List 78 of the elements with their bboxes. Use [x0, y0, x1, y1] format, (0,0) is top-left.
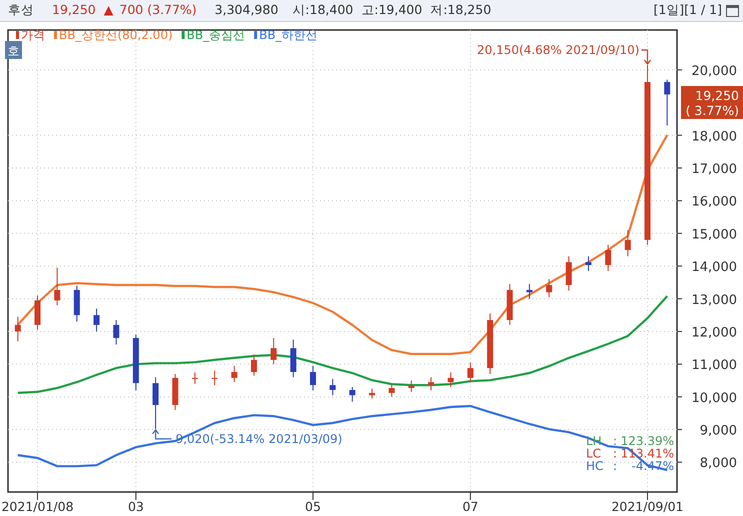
x-axis-label: 2021/09/01	[611, 499, 684, 514]
current-price: 19,250	[52, 1, 96, 20]
candle-wick	[352, 386, 353, 402]
candle-wick	[214, 370, 216, 386]
up-arrow: ▲	[104, 1, 114, 20]
y-axis-label: 15,000	[692, 227, 737, 242]
candle-wick	[273, 338, 274, 365]
candle-wick	[627, 230, 628, 257]
y-axis-label: 20,000	[692, 64, 737, 79]
x-axis-label: 2021/01/08	[2, 499, 74, 514]
candle-wick	[410, 380, 412, 392]
candle-wick	[332, 378, 334, 396]
open-price: 시:18,400	[292, 1, 354, 20]
stat-label: HC	[586, 459, 604, 473]
annotation-label: 20,150(4.68% 2021/09/10)	[477, 42, 640, 57]
y-axis-label: 10,000	[692, 390, 737, 406]
candle-body	[585, 262, 592, 266]
candle-body	[349, 390, 356, 396]
legend-label: BB_하한선	[259, 28, 318, 42]
stat-colon: :	[613, 459, 618, 473]
candle-wick	[430, 376, 432, 391]
leader-line	[640, 49, 652, 65]
candle-body	[330, 385, 336, 390]
candle-wick	[372, 388, 373, 399]
candle-body	[113, 324, 120, 338]
candle-body	[152, 383, 159, 406]
y-axis-label: 8,000	[700, 456, 737, 472]
stock-name: 후성	[8, 1, 34, 20]
candle-wick	[528, 284, 530, 300]
y-axis-label: 13,000	[692, 292, 737, 308]
y-axis-label: 11,000	[692, 358, 737, 374]
low-price: 저:18,250	[430, 1, 492, 20]
candle-body	[664, 82, 670, 94]
y-axis-label: 18,000	[692, 129, 737, 144]
x-axis-label: 07	[462, 499, 478, 514]
y-axis-label: 14,000	[692, 260, 737, 276]
legend-label: BB_상한선(80,2.00)	[59, 28, 173, 42]
high-price: 고:19,400	[361, 1, 422, 20]
candle-wick	[608, 244, 609, 272]
candle-wick	[391, 383, 392, 398]
candle-wick	[548, 278, 550, 298]
candle-wick	[155, 376, 156, 430]
candle-wick	[450, 372, 452, 388]
candle-wick	[666, 79, 668, 126]
stat-colon: :	[613, 446, 618, 460]
candle-wick	[96, 308, 98, 332]
x-axis-label: 05	[305, 499, 321, 514]
candle-wick	[17, 316, 18, 342]
candle-wick	[588, 256, 589, 272]
legend-label: BB_중심선	[186, 28, 246, 42]
stat-colon: :	[613, 434, 618, 448]
x-axis-label: 03	[128, 499, 144, 514]
stat-label: LC	[586, 446, 602, 460]
candle-wick	[116, 320, 117, 346]
period-button[interactable]: [1일]	[653, 1, 684, 20]
price-change: 700 (3.77%)	[119, 1, 197, 20]
candle-wick	[568, 256, 570, 292]
y-axis-label: 9,000	[700, 424, 737, 439]
last-price-tag: 19,250 ( 3.77%)	[681, 86, 743, 119]
volume: 3,304,980	[214, 1, 278, 20]
stat-value: 123.39%	[620, 434, 674, 448]
badge[interactable]: 호	[5, 41, 22, 59]
y-axis-label: 17,000	[692, 162, 737, 177]
candle-body	[526, 290, 532, 292]
page-indicator: [1 / 1]	[684, 1, 722, 20]
candle-wick	[253, 354, 254, 376]
y-axis-label: 12,000	[692, 325, 737, 340]
candle-wick	[312, 365, 314, 391]
candle-wick	[292, 339, 294, 378]
candle-wick	[56, 267, 58, 306]
candle-wick	[234, 365, 235, 383]
legend-label: 가격	[21, 28, 45, 42]
window-icon[interactable]	[726, 4, 739, 16]
candle-body	[94, 315, 100, 325]
candle-wick	[194, 372, 196, 384]
candle-wick	[470, 362, 471, 383]
y-axis-label: 16,000	[692, 194, 737, 210]
leader-line	[152, 428, 172, 440]
